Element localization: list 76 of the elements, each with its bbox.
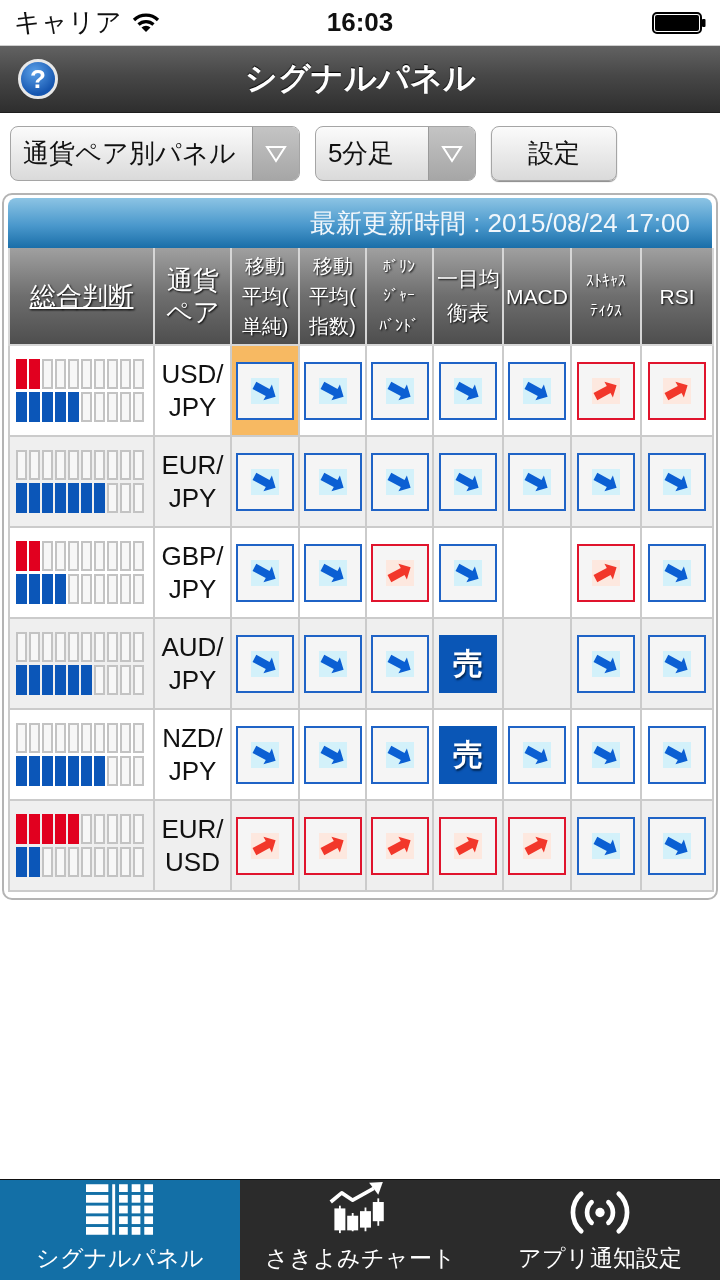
- signal-cell[interactable]: [433, 527, 503, 618]
- pair-cell: EUR/USD: [154, 800, 231, 891]
- signal-cell[interactable]: [231, 345, 299, 436]
- signal-cell[interactable]: [641, 709, 713, 800]
- clock-time: 16:03: [326, 7, 394, 38]
- caret-icon: [428, 127, 475, 180]
- column-header: ｽﾄｷｬｽﾃｨｸｽ: [571, 248, 641, 345]
- signal-cell[interactable]: [571, 345, 641, 436]
- sell-badge: 売: [439, 634, 497, 693]
- dropdown[interactable]: 通貨ペア別パネル: [10, 126, 300, 181]
- column-header: 一目均衡表: [433, 248, 503, 345]
- signal-cell[interactable]: [231, 709, 299, 800]
- column-header[interactable]: 総合判断: [9, 248, 154, 345]
- column-header: ﾎﾞﾘﾝｼﾞｬｰﾊﾞﾝﾄﾞ: [366, 248, 433, 345]
- signal-cell[interactable]: [231, 800, 299, 891]
- dropdown[interactable]: 5分足: [315, 126, 476, 181]
- signal-cell[interactable]: [641, 436, 713, 527]
- signal-cell[interactable]: [503, 618, 571, 709]
- signal-cell[interactable]: [571, 527, 641, 618]
- signal-cell[interactable]: [641, 800, 713, 891]
- signal-cell[interactable]: [366, 618, 433, 709]
- signal-cell[interactable]: [299, 527, 366, 618]
- tab[interactable]: アプリ通知設定: [480, 1180, 720, 1280]
- help-button[interactable]: ?: [18, 59, 58, 99]
- broadcast-icon: [570, 1190, 630, 1235]
- signal-cell[interactable]: 売: [433, 709, 503, 800]
- column-header: 移動平均(指数): [299, 248, 366, 345]
- signal-cell[interactable]: [299, 345, 366, 436]
- column-header: 移動平均(単純): [231, 248, 299, 345]
- signal-cell[interactable]: 売: [433, 618, 503, 709]
- signal-cell[interactable]: [433, 436, 503, 527]
- signal-cell[interactable]: [366, 709, 433, 800]
- signal-cell[interactable]: [503, 527, 571, 618]
- signal-cell[interactable]: [571, 436, 641, 527]
- signal-cell[interactable]: [503, 436, 571, 527]
- signal-cell[interactable]: [299, 800, 366, 891]
- signal-cell[interactable]: [366, 800, 433, 891]
- grid-icon: [86, 1184, 154, 1235]
- signal-cell[interactable]: [571, 618, 641, 709]
- settings-button[interactable]: 設定: [491, 126, 617, 181]
- battery-icon: [652, 11, 706, 34]
- signal-cell[interactable]: [433, 345, 503, 436]
- pair-cell: AUD/JPY: [154, 618, 231, 709]
- signal-cell[interactable]: [231, 436, 299, 527]
- screen-title: シグナルパネル: [243, 59, 477, 98]
- signal-cell[interactable]: [503, 709, 571, 800]
- signal-cell[interactable]: [503, 800, 571, 891]
- signal-cell[interactable]: [571, 800, 641, 891]
- signal-cell[interactable]: [571, 709, 641, 800]
- signal-cell[interactable]: [641, 618, 713, 709]
- signal-cell[interactable]: [299, 709, 366, 800]
- tab[interactable]: シグナルパネル: [0, 1180, 240, 1280]
- signal-cell[interactable]: [366, 527, 433, 618]
- carrier-name: キャリア: [14, 6, 122, 39]
- signal-cell[interactable]: [231, 527, 299, 618]
- signal-cell[interactable]: [299, 436, 366, 527]
- signal-cell[interactable]: [299, 618, 366, 709]
- wifi-icon: [132, 12, 160, 33]
- tab[interactable]: さきよみチャート: [240, 1180, 480, 1280]
- signal-cell[interactable]: [231, 618, 299, 709]
- signal-cell[interactable]: [366, 345, 433, 436]
- pair-cell: GBP/JPY: [154, 527, 231, 618]
- pair-cell: NZD/JPY: [154, 709, 231, 800]
- signal-cell[interactable]: [433, 800, 503, 891]
- signal-cell[interactable]: [641, 527, 713, 618]
- column-header: MACD: [503, 248, 571, 345]
- signal-cell[interactable]: [366, 436, 433, 527]
- signal-cell[interactable]: [641, 345, 713, 436]
- column-header: 通貨ペア: [154, 248, 231, 345]
- pair-cell: EUR/JPY: [154, 436, 231, 527]
- signal-cell[interactable]: [503, 345, 571, 436]
- column-header: RSI: [641, 248, 713, 345]
- update-time: 最新更新時間 : 2015/08/24 17:00: [309, 206, 690, 240]
- pair-cell: USD/JPY: [154, 345, 231, 436]
- caret-icon: [252, 127, 299, 180]
- sell-badge: 売: [439, 725, 497, 784]
